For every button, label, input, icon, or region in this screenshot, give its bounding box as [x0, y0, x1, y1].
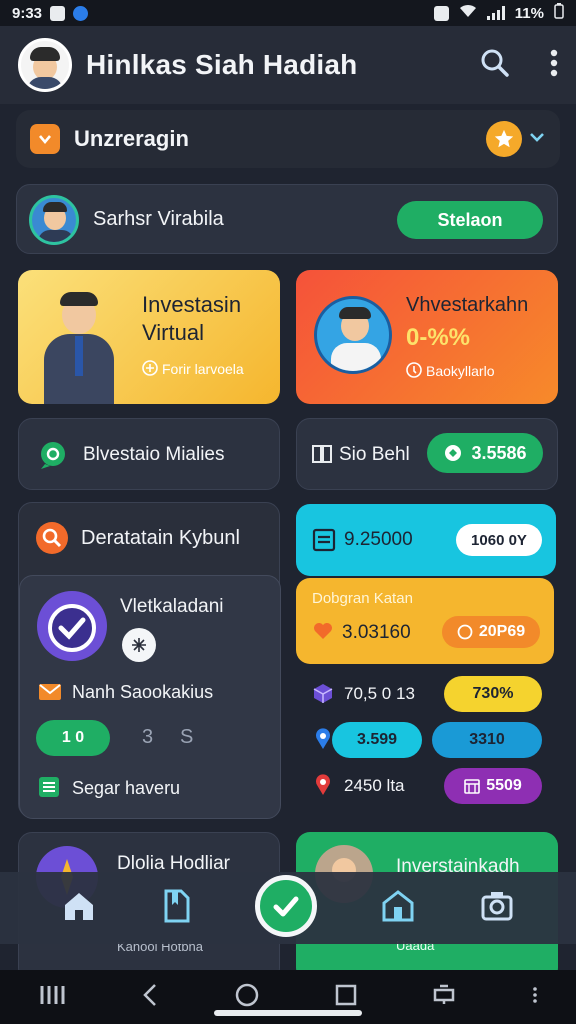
overview-icon[interactable] [335, 984, 357, 1011]
stat-row[interactable]: 2450 lta 5509 [296, 764, 554, 808]
cube-icon [312, 682, 334, 709]
balance-row[interactable]: Sio Behl 3.5586 [296, 418, 558, 490]
refresh-icon [445, 445, 462, 461]
app-bar: Hinlkas Siah Hadiah [0, 26, 576, 104]
expand-tag-icon [30, 124, 60, 154]
stat-pill-value: 5509 [486, 777, 522, 794]
panel-sub-title: Vletkaladani [120, 596, 224, 617]
profile-avatar [29, 195, 79, 245]
app-notification-icon [73, 5, 89, 21]
gold-value: 3.03160 [342, 622, 411, 643]
stat-label-pill[interactable]: 3.599 [332, 722, 422, 758]
document-icon [312, 528, 336, 557]
mail-icon [38, 682, 62, 707]
home-circle-icon[interactable] [235, 983, 259, 1012]
balance-pill[interactable]: 3.5586 [427, 433, 543, 473]
promo-card-investasi[interactable]: Investasin Virtual Forir larvoela [18, 270, 280, 404]
profile-row[interactable]: Sarhsr Virabila Stelaon [16, 184, 558, 254]
back-icon[interactable] [141, 983, 159, 1012]
status-time: 9:33 [12, 4, 43, 22]
gold-value-card[interactable]: Dobgran Katan 3.03160 20P69 [296, 578, 554, 664]
balance-row-label: Sio Behl [339, 444, 410, 465]
calendar-icon [464, 779, 481, 794]
investasi-row-label: Blvestaio Mialies [83, 444, 225, 465]
profile-action-button[interactable]: Stelaon [397, 201, 543, 239]
home-icon[interactable] [62, 889, 96, 928]
timer-icon [36, 590, 108, 667]
stat-pill[interactable]: 730% [444, 676, 542, 712]
section-header[interactable]: Unzreragin [16, 110, 560, 168]
section-header-label: Unzreragin [74, 126, 189, 151]
sparkle-icon[interactable] [122, 628, 156, 662]
businessman-illustration [38, 288, 128, 404]
search-badge-icon [35, 521, 69, 560]
cyan-value: 9.25000 [344, 529, 413, 550]
stat-pill[interactable]: 5509 [444, 768, 542, 804]
stat-row[interactable]: 3.599 3310 [296, 718, 554, 762]
battery-icon [554, 3, 564, 23]
more-vert-icon[interactable] [550, 49, 558, 82]
promo-orange-sub: Baokyllarlo [426, 363, 495, 379]
panel-footer: Segar haveru [72, 778, 181, 798]
location-icon [312, 774, 334, 801]
promo-orange-rate: 0-%% [406, 324, 471, 351]
rotate-icon[interactable] [432, 984, 456, 1011]
vibrate-icon [433, 5, 449, 21]
promo-yellow-sub: Forir larvoela [162, 361, 244, 377]
gold-pill[interactable]: 20P69 [442, 616, 540, 648]
person-badge-illustration [314, 296, 392, 374]
tag-icon [457, 624, 473, 640]
panel-counter-b: S [180, 726, 194, 748]
promo-card-orange[interactable]: Vhvestarkahn 0-%% Baokyllarlo [296, 270, 558, 404]
gold-pill-value: 20P69 [478, 623, 526, 640]
list-icon [38, 776, 60, 803]
profile-name: Sarhsr Virabila [93, 208, 224, 230]
detail-panel: Deratatain Kybunl Vletkaladani Nanh Saoo… [18, 502, 281, 819]
chevron-down-icon[interactable] [528, 130, 546, 149]
stat-label: 2450 lta [344, 776, 405, 795]
stat-row[interactable]: 70,5 0 13 730% [296, 672, 554, 716]
pin-icon [312, 728, 334, 755]
wifi-icon [459, 4, 477, 22]
promo-orange-title: Vhvestarkahn [406, 294, 529, 316]
panel-counter-pill[interactable]: 1 0 [36, 720, 110, 756]
promo-yellow-title-2: Virtual [142, 320, 204, 345]
battery-label: 11% [514, 4, 544, 22]
bookmark-icon[interactable] [161, 889, 191, 928]
panel-sub-item: Nanh Saookakius [72, 682, 214, 702]
check-icon[interactable] [254, 875, 317, 937]
info-icon [406, 362, 422, 383]
star-icon[interactable] [486, 121, 522, 157]
panel-counter-a: 3 [142, 726, 154, 748]
stat-label: 70,5 0 13 [344, 684, 415, 703]
status-bar: 9:33 11% [0, 0, 576, 26]
balance-pill-value: 3.5586 [471, 442, 527, 463]
book-icon [311, 443, 333, 470]
gold-title: Dobgran Katan [312, 590, 413, 607]
user-avatar[interactable] [18, 38, 72, 92]
shop-icon[interactable] [381, 889, 415, 928]
investasi-list-row[interactable]: Blvestaio Mialies [18, 418, 280, 490]
panel-title: Deratatain Kybunl [81, 527, 240, 549]
home-indicator [214, 1010, 362, 1016]
panel-subcard[interactable]: Vletkaladani Nanh Saookakius 1 0 3 S Seg… [19, 575, 281, 819]
cyan-value-card[interactable]: 9.25000 1060 0Y [296, 504, 556, 576]
app-title: Hinlkas Siah Hadiah [86, 49, 358, 80]
notification-icon [50, 5, 66, 21]
heart-icon [312, 620, 334, 647]
cyan-pill[interactable]: 1060 0Y [456, 524, 542, 556]
chat-icon [37, 439, 69, 476]
menu-dots-icon[interactable] [532, 986, 538, 1009]
stat-label: 3.599 [356, 731, 398, 748]
signal-icon [486, 6, 505, 20]
bottom-nav [0, 872, 576, 944]
recents-icon[interactable] [38, 984, 66, 1011]
search-icon[interactable] [480, 48, 510, 83]
camera-icon[interactable] [480, 889, 514, 928]
stat-pill[interactable]: 3310 [432, 722, 542, 758]
promo-yellow-title-1: Investasin [142, 292, 242, 317]
plus-icon [142, 360, 158, 381]
